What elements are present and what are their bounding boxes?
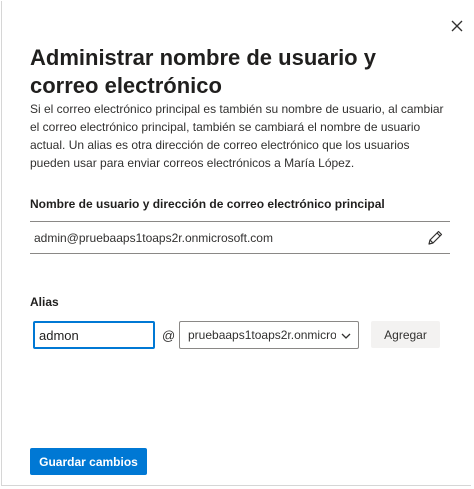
dialog-description: Si el correo electrónico principal es ta… <box>30 102 444 170</box>
save-changes-button[interactable]: Guardar cambios <box>30 448 147 475</box>
domain-dropdown[interactable]: pruebaaps1toaps2r.onmicro... <box>179 321 359 349</box>
edit-primary-email-button[interactable] <box>426 229 444 247</box>
primary-email-field: admin@pruebaaps1toaps2r.onmicrosoft.com <box>30 221 450 254</box>
pencil-icon <box>428 230 443 245</box>
dialog-title: Administrar nombre de usuario y correo e… <box>30 45 376 98</box>
primary-email-value: admin@pruebaaps1toaps2r.onmicrosoft.com <box>34 231 273 245</box>
close-button[interactable] <box>448 17 466 35</box>
dialog-panel: Administrar nombre de usuario y correo e… <box>1 1 471 486</box>
add-alias-button[interactable]: Agregar <box>371 321 440 348</box>
primary-email-label: Nombre de usuario y dirección de correo … <box>30 197 385 211</box>
chevron-down-icon <box>341 333 351 339</box>
domain-selected-value: pruebaaps1toaps2r.onmicro... <box>188 328 336 342</box>
alias-label: Alias <box>30 295 59 309</box>
alias-input[interactable] <box>33 321 155 349</box>
at-symbol: @ <box>162 328 176 343</box>
close-icon <box>451 20 463 32</box>
